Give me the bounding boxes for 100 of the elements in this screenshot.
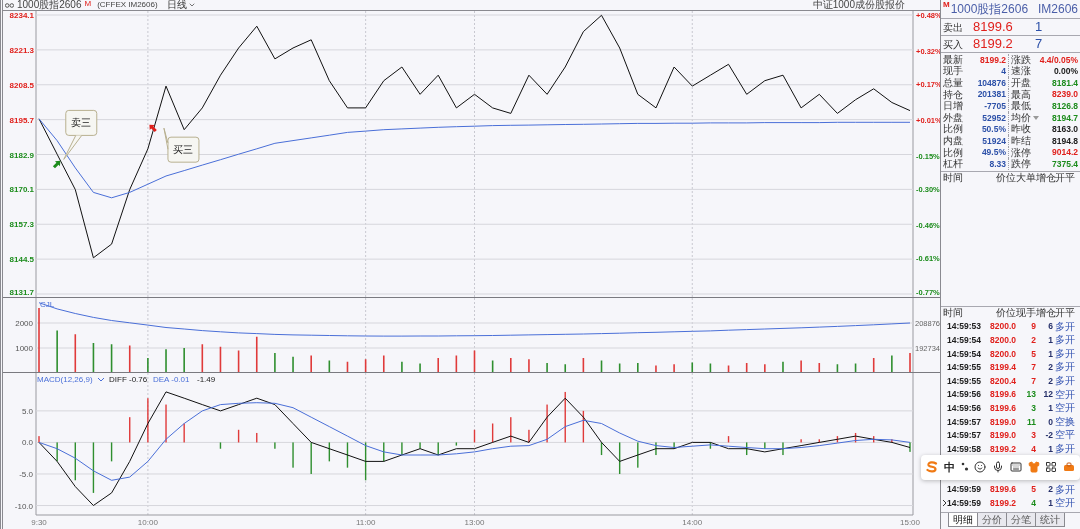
trade-time: 14:59:53 — [947, 322, 982, 331]
stat-value: 50.5% — [981, 125, 1006, 134]
trade-price: 8199.0 — [989, 417, 1016, 427]
quote-price: 8199.6 — [973, 18, 1014, 37]
stat-value: 0.00% — [1053, 67, 1078, 76]
trade-type: 空开 — [1054, 389, 1075, 400]
trade-volume: 3 — [1030, 431, 1036, 440]
stat-value: 8194.8 — [1052, 136, 1078, 146]
stat-value: 8199.2 — [980, 55, 1006, 65]
contract-code: IM2606 — [1037, 1, 1078, 17]
trade-time: 14:59:54 — [947, 336, 982, 345]
column-header: 价位 — [995, 308, 1016, 319]
trade-oi-change: 2 — [1047, 485, 1053, 494]
axis-label: 8234.1 — [9, 11, 34, 20]
trade-time: 14:59:56 — [947, 404, 982, 413]
trade-oi-change: 2 — [1047, 376, 1053, 386]
axis-label: 0.0 — [21, 438, 33, 448]
trade-type: 空开 — [1054, 498, 1075, 509]
trade-time: 14:59:59 — [947, 485, 982, 494]
trade-price: 8200.0 — [989, 336, 1016, 345]
stat-label: 涨停 — [1011, 147, 1031, 158]
index-label: 中证1000成份股报价 — [812, 0, 905, 10]
quote-label: 卖出 — [943, 20, 964, 35]
dea-reading: DEA -0.01 — [153, 375, 190, 384]
trade-volume: 9 — [1030, 322, 1036, 331]
exchange-code: (CFFEX IM2606) — [97, 1, 158, 9]
trade-time: 14:59:54 — [947, 349, 982, 359]
stat-label: 外盘 — [943, 112, 963, 123]
trade-type: 多开 — [1054, 335, 1075, 346]
trade-time: 14:59:56 — [947, 390, 982, 399]
trade-price: 8199.6 — [989, 390, 1016, 399]
trade-oi-change: 12 — [1042, 390, 1053, 399]
trade-time: 14:59:57 — [947, 431, 982, 440]
stat-value: 104876 — [977, 78, 1006, 88]
time-label: 9:30 — [31, 518, 47, 527]
trade-price: 8200.0 — [989, 322, 1016, 331]
column-header: 现手 — [1016, 308, 1036, 319]
trade-price: 8200.0 — [989, 349, 1016, 359]
trade-oi-change: 2 — [1047, 363, 1053, 372]
trade-type: 多开 — [1054, 362, 1075, 373]
quote-price: 8199.2 — [973, 35, 1014, 54]
axis-label: 8157.3 — [9, 220, 34, 230]
stat-value: 4.4/0.05% — [1039, 55, 1078, 65]
trade-volume: 11 — [1026, 417, 1036, 427]
trade-volume: 5 — [1030, 485, 1036, 494]
trade-price: 8199.2 — [989, 444, 1016, 454]
trade-volume: 4 — [1030, 498, 1036, 508]
axis-label: 8195.7 — [9, 115, 34, 125]
stat-label: 最低 — [1011, 101, 1031, 112]
column-header: 开平 — [1055, 308, 1075, 319]
trade-time: 14:59:58 — [947, 444, 982, 454]
market-label: M — [84, 0, 92, 8]
quote-volume: 7 — [1035, 35, 1043, 54]
stat-label: 跌停 — [1011, 159, 1031, 170]
trade-oi-change: 1 — [1047, 336, 1053, 345]
stat-label: 最新 — [943, 54, 963, 65]
column-header: 大单 — [1016, 173, 1036, 184]
callout: 买三 — [163, 127, 200, 163]
stat-value: 4 — [1001, 67, 1006, 76]
axis-label: 8144.5 — [9, 255, 34, 265]
trade-oi-change: 6 — [1047, 322, 1053, 331]
trade-price: 8199.6 — [989, 485, 1016, 494]
trade-oi-change: 0 — [1047, 417, 1053, 427]
stat-label: 涨跌 — [1011, 54, 1031, 65]
trade-type: 空平 — [1054, 430, 1075, 441]
stat-label: 开盘 — [1011, 78, 1031, 88]
stat-value: 52952 — [982, 113, 1006, 122]
trade-type: 多开 — [1054, 376, 1075, 387]
market-label: M — [943, 1, 950, 9]
trade-oi-change: 1 — [1047, 498, 1053, 508]
stat-value: -7705 — [984, 101, 1006, 111]
trade-price: 8199.0 — [989, 431, 1016, 440]
axis-label: 1000 — [15, 344, 33, 353]
trade-price: 8200.4 — [989, 376, 1016, 386]
stat-value: 51924 — [982, 136, 1006, 146]
axis-label: 8221.3 — [9, 45, 34, 55]
column-header: 时间 — [943, 173, 964, 184]
trade-price: 8199.6 — [989, 404, 1016, 413]
trade-time: 14:59:55 — [947, 363, 982, 372]
trade-type: 多开 — [1054, 484, 1075, 495]
trade-price: 8199.4 — [989, 363, 1016, 372]
stat-label: 比例 — [943, 124, 963, 135]
trade-oi-change: 1 — [1047, 404, 1053, 413]
trade-type: 多开 — [1054, 321, 1075, 332]
stat-value: 8239.0 — [1052, 90, 1078, 99]
symbol-name: 1000股指2606 — [17, 0, 82, 10]
trade-type: 空换 — [1054, 416, 1075, 427]
trade-volume: 7 — [1030, 376, 1036, 386]
trade-price: 8199.2 — [989, 498, 1016, 508]
annotation: 买三 — [173, 144, 194, 156]
stat-label: 速涨 — [1011, 66, 1031, 77]
column-header: 价位 — [995, 173, 1016, 184]
column-header: 时间 — [943, 308, 964, 319]
trade-volume: 3 — [1030, 404, 1036, 413]
stat-label: 持仓 — [943, 89, 963, 100]
quote-label: 买入 — [943, 37, 964, 52]
trade-type: 多开 — [1054, 348, 1075, 359]
time-label: 11:00 — [355, 518, 376, 527]
stat-label: 内盘 — [943, 135, 963, 146]
stat-value: 8194.7 — [1052, 113, 1078, 122]
